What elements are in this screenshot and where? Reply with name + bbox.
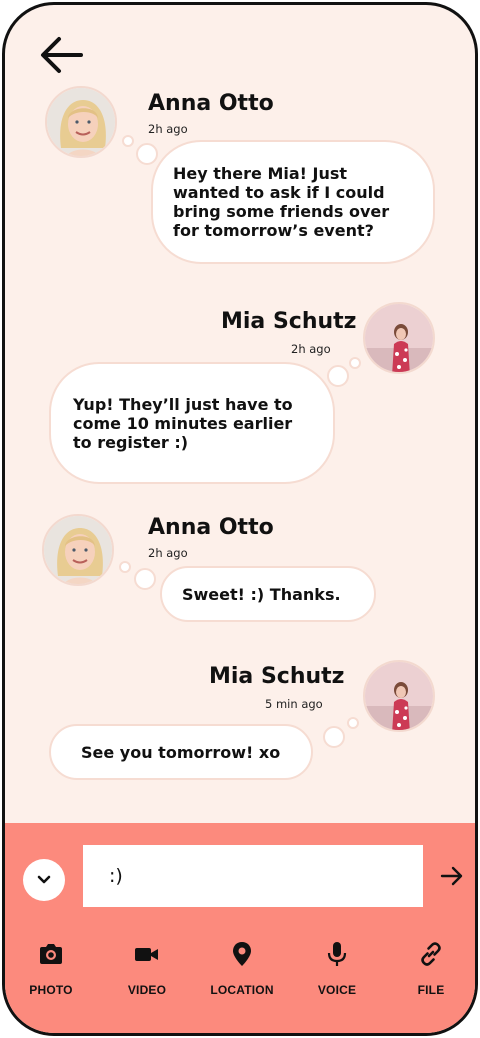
arrow-left-icon: [41, 37, 83, 73]
location-pin-icon: [233, 942, 251, 966]
action-label: VOICE: [317, 983, 357, 997]
message-composer: PHOTO VIDEO LOCATION VOICE: [5, 823, 475, 1033]
action-label: FILE: [417, 983, 445, 997]
back-button[interactable]: [37, 33, 85, 77]
avatar-anna-otto[interactable]: [42, 514, 114, 586]
chat-screen: Anna Otto 2h ago Hey there Mia! Just wan…: [2, 2, 478, 1036]
message-time: 2h ago: [148, 546, 188, 560]
sender-name: Anna Otto: [148, 91, 274, 116]
action-label: PHOTO: [29, 983, 73, 997]
video-camera-icon: [135, 948, 158, 961]
expand-button[interactable]: [23, 859, 65, 901]
sender-name: Anna Otto: [148, 515, 274, 540]
action-label: VIDEO: [127, 983, 167, 997]
message-time: 2h ago: [291, 342, 331, 356]
message-bubble: See you tomorrow! xo: [49, 724, 313, 780]
message-bubble: Yup! They’ll just have to come 10 minute…: [49, 362, 335, 484]
thought-dot: [134, 568, 156, 590]
voice-button[interactable]: VOICE: [291, 941, 383, 1011]
photo-button[interactable]: PHOTO: [5, 941, 97, 1011]
location-button[interactable]: LOCATION: [196, 941, 288, 1011]
microphone-icon: [327, 942, 347, 966]
thought-dot: [136, 143, 158, 165]
action-label: LOCATION: [210, 983, 274, 997]
chevron-down-icon: [37, 875, 51, 884]
message-input[interactable]: [83, 845, 423, 907]
sender-name: Mia Schutz: [221, 309, 357, 334]
avatar-anna-otto[interactable]: [45, 86, 117, 158]
thought-dot: [327, 365, 349, 387]
message-time: 2h ago: [148, 122, 188, 136]
message-time: 5 min ago: [265, 697, 323, 711]
sender-name: Mia Schutz: [209, 664, 345, 689]
arrow-right-icon: [440, 866, 463, 886]
message-bubble: Sweet! :) Thanks.: [160, 566, 376, 622]
avatar-mia-schutz[interactable]: [363, 302, 435, 374]
thought-dot: [323, 726, 345, 748]
camera-icon: [40, 944, 62, 964]
send-button[interactable]: [437, 861, 467, 891]
thought-dot: [122, 135, 134, 147]
message-bubble: Hey there Mia! Just wanted to ask if I c…: [151, 140, 435, 264]
link-icon: [421, 942, 441, 966]
thought-dot: [119, 561, 131, 573]
file-button[interactable]: FILE: [385, 941, 475, 1011]
thought-dot: [349, 357, 361, 369]
thought-dot: [347, 717, 359, 729]
avatar-mia-schutz[interactable]: [363, 660, 435, 732]
video-button[interactable]: VIDEO: [101, 941, 193, 1011]
